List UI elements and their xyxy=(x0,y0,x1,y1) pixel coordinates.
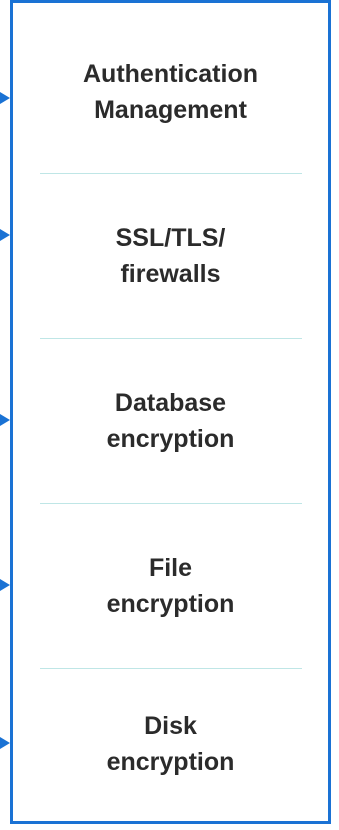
layer-label: SSL/TLS/ firewalls xyxy=(115,224,226,288)
arrowhead-right-icon xyxy=(0,737,10,749)
layer-disk-encryption: Disk encryption xyxy=(13,669,328,819)
arrowhead-right-icon xyxy=(0,414,10,426)
layer-label: File encryption xyxy=(106,554,235,618)
layer-label: Disk encryption xyxy=(106,712,235,776)
arrowhead-right-icon xyxy=(0,92,10,104)
layer-file-encryption: File encryption xyxy=(13,504,328,668)
arrowhead-right-icon xyxy=(0,579,10,591)
encryption-layers-panel: Authentication Management SSL/TLS/ firew… xyxy=(10,0,331,824)
layer-database-encryption: Database encryption xyxy=(13,339,328,503)
layer-label: Authentication Management xyxy=(83,59,258,124)
layer-label: Database encryption xyxy=(106,389,235,453)
layer-ssl-tls-firewalls: SSL/TLS/ firewalls xyxy=(13,174,328,338)
layer-authentication-management: Authentication Management xyxy=(13,9,328,174)
arrowhead-right-icon xyxy=(0,229,10,241)
